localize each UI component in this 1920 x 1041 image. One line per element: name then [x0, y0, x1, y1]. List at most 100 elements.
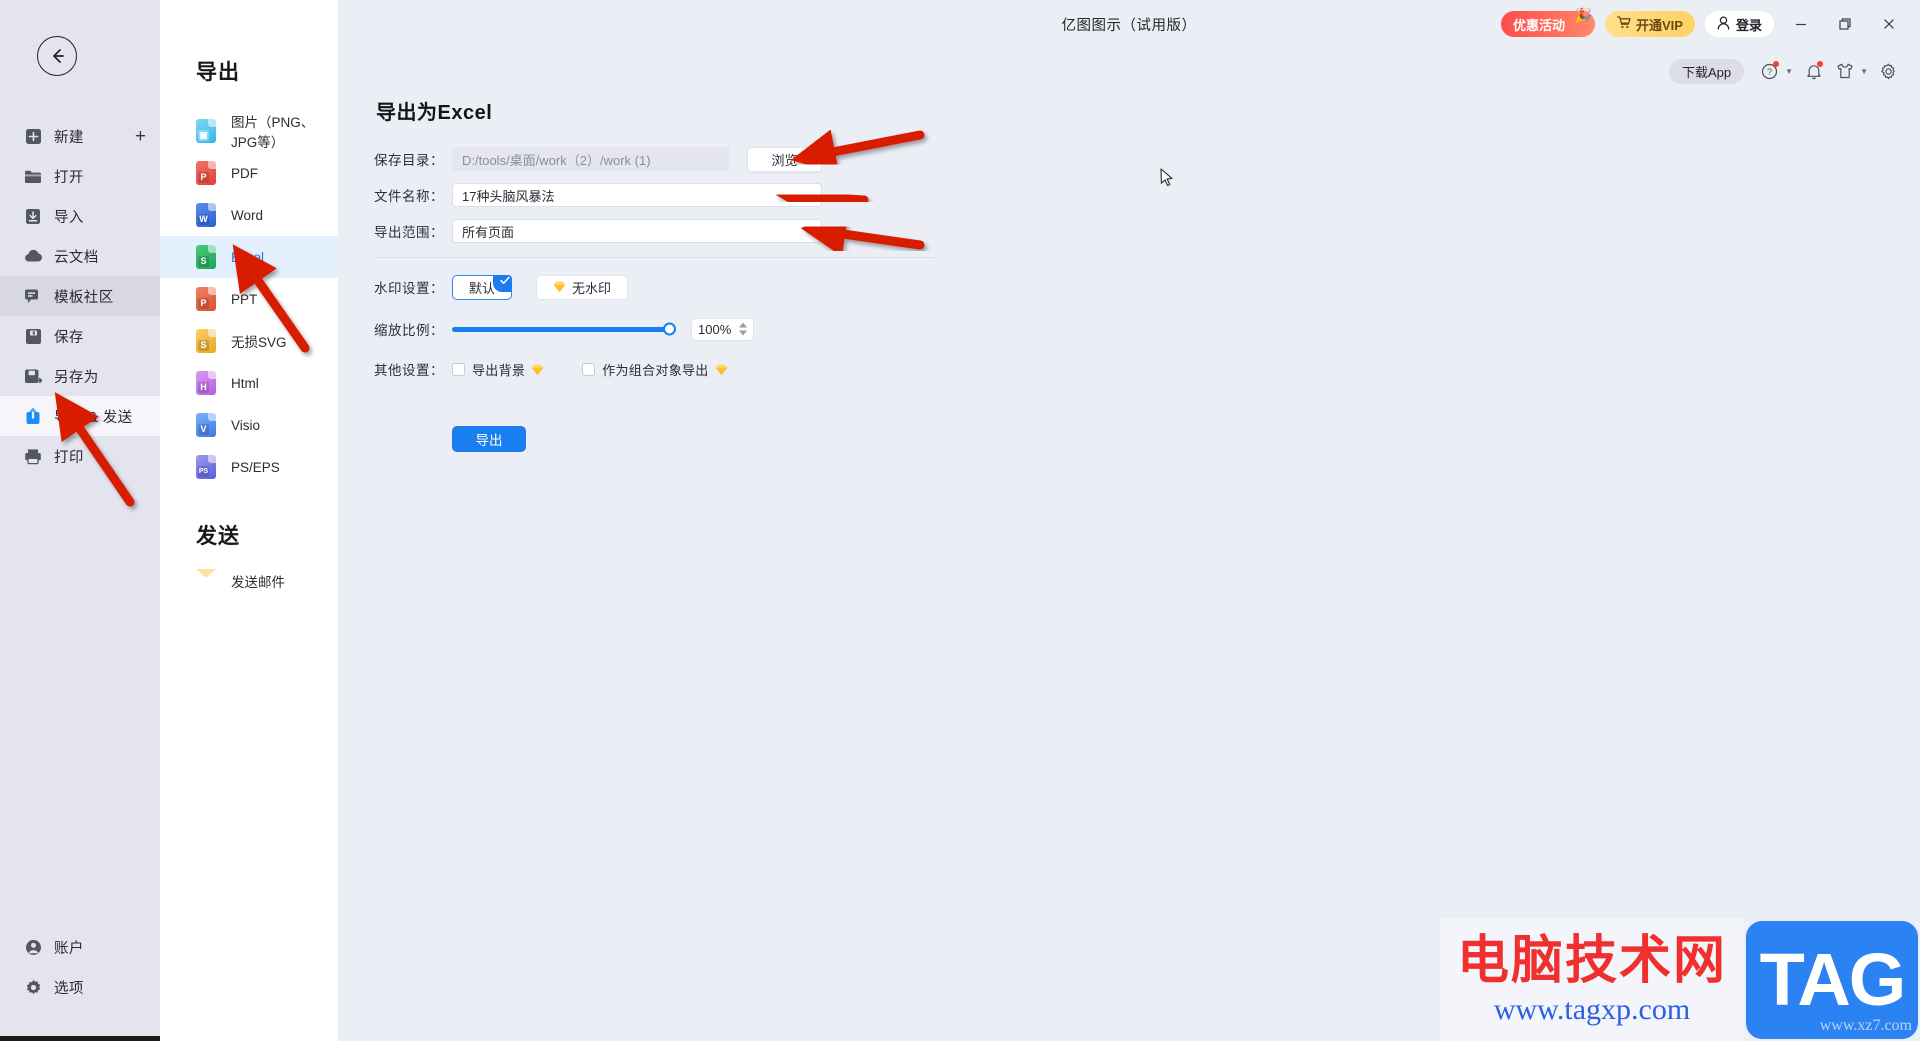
vip-button[interactable]: 开通VIP	[1605, 11, 1695, 37]
sidebar-item-label: 保存	[54, 329, 84, 346]
download-app-label: 下载App	[1682, 64, 1732, 80]
format-item-label: 无损SVG	[231, 335, 287, 350]
gear-icon[interactable]	[1875, 58, 1902, 84]
svg-file-icon: S	[196, 329, 218, 353]
export-as-group-checkbox[interactable]	[582, 362, 596, 376]
scale-stepper[interactable]: 100%	[691, 317, 754, 341]
sidebar-item-save-as[interactable]: 另存为	[0, 356, 160, 396]
sidebar-item-save[interactable]: 保存	[0, 316, 160, 356]
save-as-icon	[22, 365, 44, 387]
save-dir-label: 保存目录：	[374, 153, 444, 168]
close-button[interactable]	[1872, 11, 1906, 37]
rail-bottom-items: 账户 选项	[0, 927, 160, 1007]
sidebar-item-label: 新建	[54, 129, 84, 146]
minimize-button[interactable]	[1784, 11, 1818, 37]
format-item-label: PPT	[231, 291, 258, 307]
sidebar-item-label: 云文档	[54, 249, 99, 266]
format-item-word[interactable]: W Word	[160, 194, 338, 236]
add-new-icon[interactable]: +	[135, 127, 146, 146]
watermark-option-no-watermark[interactable]: 无水印	[536, 274, 629, 300]
save-dir-input[interactable]: D:/tools/桌面/work（2）/work (1)	[452, 147, 730, 171]
scale-slider[interactable]	[452, 322, 676, 336]
export-send-icon	[22, 405, 44, 427]
mouse-cursor	[1160, 168, 1173, 187]
sidebar-item-open[interactable]: 打开	[0, 156, 160, 196]
file-name-row: 文件名称： 17种头脑风暴法	[374, 183, 934, 207]
send-section-title: 发送	[196, 525, 240, 548]
scale-label: 缩放比例：	[374, 323, 444, 338]
skin-icon[interactable]	[1831, 58, 1858, 84]
format-item-pdf[interactable]: P PDF	[160, 152, 338, 194]
maximize-restore-button[interactable]	[1828, 11, 1862, 37]
format-item-visio[interactable]: V Visio	[160, 404, 338, 446]
format-item-svg[interactable]: S 无损SVG	[160, 320, 338, 362]
login-button[interactable]: 登录	[1704, 11, 1774, 37]
svg-text:?: ?	[1767, 67, 1772, 77]
watermark-row: 水印设置： 默认 无水印	[374, 272, 934, 302]
promo-button[interactable]: 优惠活动 🎉	[1501, 7, 1596, 37]
secondary-toolbar: 下载App ? ▼ ▼	[1669, 58, 1902, 84]
skin-chevron-down-icon[interactable]: ▼	[1860, 67, 1868, 76]
stepper-up-icon[interactable]	[739, 322, 747, 328]
confetti-icon: 🎉	[1574, 7, 1593, 23]
format-item-ps-eps[interactable]: PS PS/EPS	[160, 446, 338, 488]
send-item-email[interactable]: 发送邮件	[160, 560, 338, 602]
format-item-label: PS/EPS	[231, 459, 280, 475]
help-icon[interactable]: ?	[1756, 58, 1783, 84]
file-name-input[interactable]: 17种头脑风暴法	[452, 183, 822, 207]
stepper-down-icon[interactable]	[739, 330, 747, 336]
save-icon	[22, 325, 44, 347]
other-settings-label: 其他设置：	[374, 363, 444, 378]
bell-badge-dot	[1817, 61, 1824, 67]
sidebar-item-print[interactable]: 打印	[0, 436, 160, 476]
application-window: 新建 + 打开 导入 云文档 模板社区 保存 另存为 导出 & 发送 打印 账户…	[0, 0, 1920, 1041]
import-icon	[22, 205, 44, 227]
pdf-file-icon: P	[196, 161, 218, 185]
back-arrow-icon	[53, 49, 64, 63]
window-bottom-edge	[0, 1036, 160, 1041]
watermark-option-label: 无水印	[572, 280, 612, 296]
back-button[interactable]	[37, 36, 77, 76]
sidebar-item-label: 导出 & 发送	[54, 409, 133, 426]
bell-icon[interactable]	[1800, 58, 1827, 84]
format-item-excel[interactable]: S Excel	[160, 236, 338, 278]
export-range-value: 所有页面	[462, 224, 515, 240]
form-divider	[374, 257, 934, 258]
sidebar-item-template-community[interactable]: 模板社区	[0, 276, 160, 316]
sidebar-item-label: 打印	[54, 449, 84, 466]
options-gear-icon	[22, 976, 44, 998]
export-submit-button[interactable]: 导出	[452, 426, 526, 452]
sidebar-item-account[interactable]: 账户	[0, 927, 160, 967]
sidebar-item-import[interactable]: 导入	[0, 196, 160, 236]
user-icon	[1717, 15, 1730, 33]
excel-file-icon: S	[196, 245, 218, 269]
sidebar-item-export-send[interactable]: 导出 & 发送	[0, 396, 160, 436]
watermark-option-default[interactable]: 默认	[452, 274, 513, 300]
scale-value: 100%	[698, 321, 732, 337]
cart-icon	[1616, 16, 1631, 32]
scale-slider-handle[interactable]	[663, 322, 676, 336]
send-list: 发送邮件	[160, 560, 338, 602]
sidebar-item-cloud-doc[interactable]: 云文档	[0, 236, 160, 276]
download-app-button[interactable]: 下载App	[1669, 58, 1745, 84]
browse-button[interactable]: 浏览	[747, 146, 822, 172]
export-background-checkbox[interactable]	[452, 362, 465, 376]
community-icon	[22, 285, 44, 307]
format-item-ppt[interactable]: P PPT	[160, 278, 338, 320]
format-item-image[interactable]: ▣ 图片（PNG、JPG等）	[160, 110, 338, 152]
vip-label: 开通VIP	[1636, 17, 1683, 33]
help-chevron-down-icon[interactable]: ▼	[1785, 67, 1793, 76]
sidebar-item-label: 导入	[54, 209, 84, 226]
word-file-icon: W	[196, 203, 218, 227]
export-range-select[interactable]: 所有页面	[452, 219, 822, 243]
left-rail: 新建 + 打开 导入 云文档 模板社区 保存 另存为 导出 & 发送 打印 账户…	[0, 0, 160, 1041]
folder-open-icon	[22, 165, 44, 187]
image-file-icon: ▣	[196, 119, 218, 143]
format-item-label: Excel	[231, 249, 265, 265]
new-file-icon	[22, 125, 44, 147]
format-item-html[interactable]: H Html	[160, 362, 338, 404]
sidebar-item-options[interactable]: 选项	[0, 967, 160, 1007]
login-label: 登录	[1735, 17, 1762, 33]
sidebar-item-new[interactable]: 新建 +	[0, 116, 160, 156]
watermark-label: 水印设置：	[374, 281, 444, 296]
